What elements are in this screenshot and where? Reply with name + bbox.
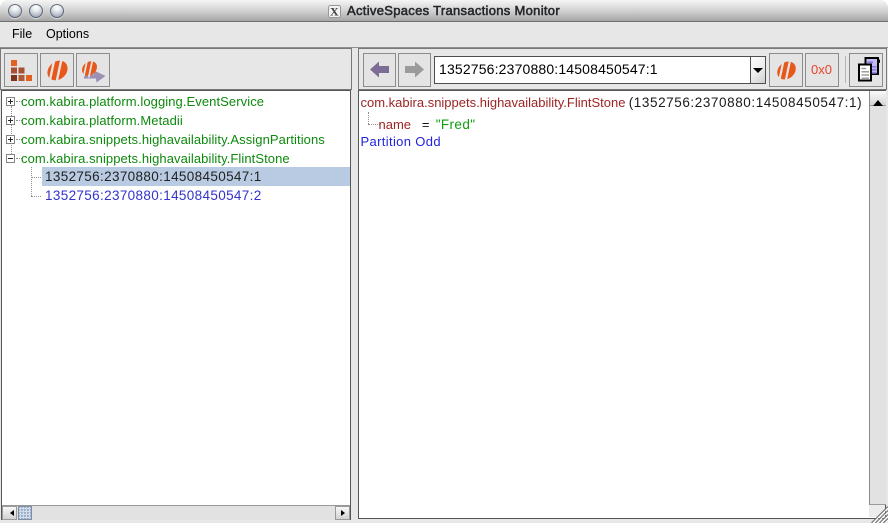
- svg-text:X: X: [330, 5, 339, 18]
